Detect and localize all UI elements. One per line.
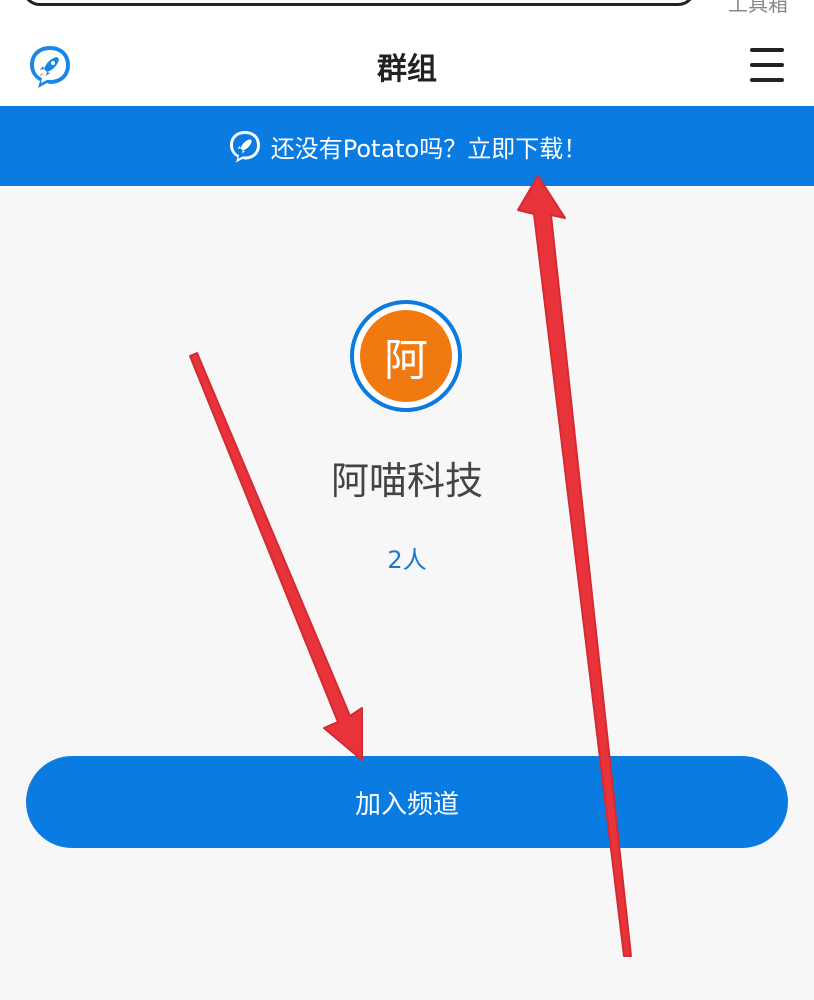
group-avatar: 阿 xyxy=(350,300,462,412)
browser-top-bar: 工具箱 xyxy=(0,0,814,18)
join-channel-button[interactable]: 加入频道 xyxy=(26,756,788,848)
hamburger-menu-icon[interactable] xyxy=(750,48,784,82)
potato-logo-icon xyxy=(229,131,260,163)
app-header: 群组 xyxy=(0,18,814,106)
group-name: 阿喵科技 xyxy=(330,459,483,503)
download-banner[interactable]: 还没有Potato吗？立即下载！ xyxy=(0,106,814,186)
browser-toolbar-label[interactable]: 工具箱 xyxy=(728,0,788,17)
page-title: 群组 xyxy=(377,52,437,87)
member-count: 2人 xyxy=(387,546,427,574)
banner-text: 还没有Potato吗？立即下载！ xyxy=(270,134,588,163)
avatar-letter: 阿 xyxy=(360,310,452,402)
url-bar[interactable] xyxy=(22,0,696,6)
